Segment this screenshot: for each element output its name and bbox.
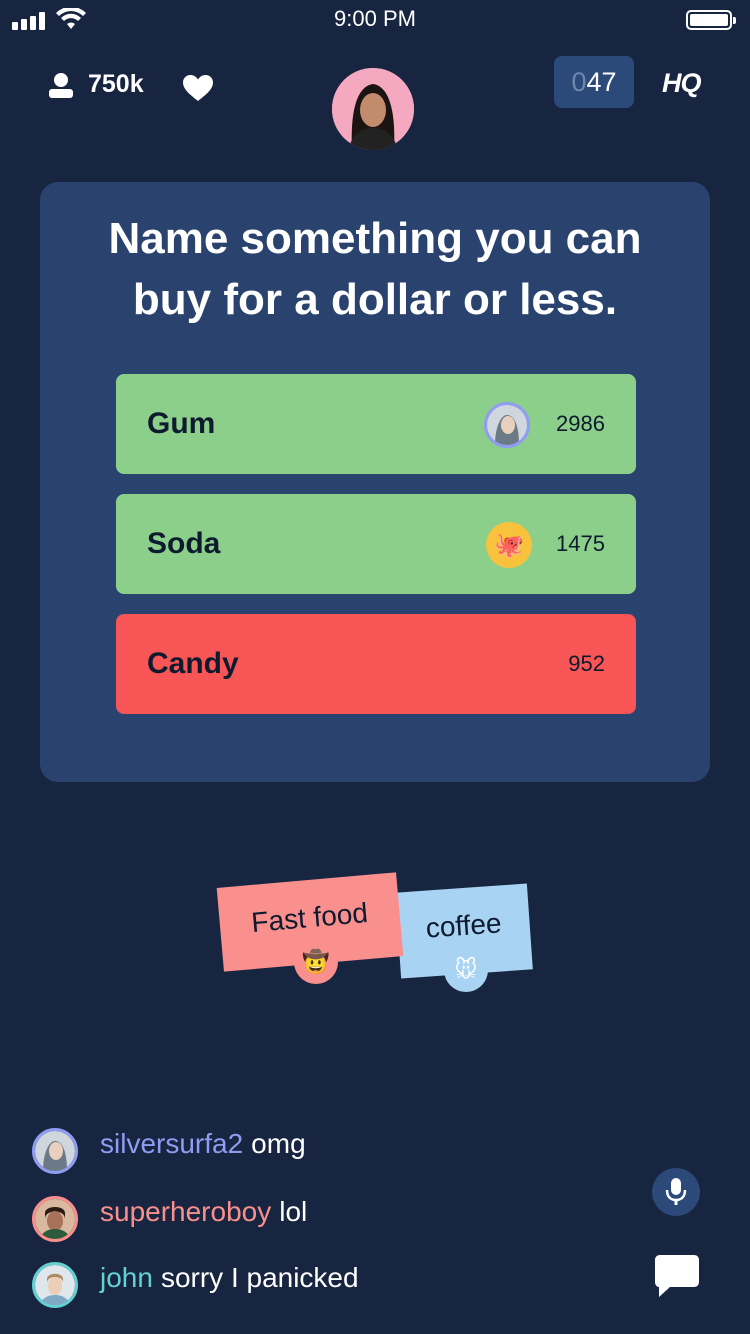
- status-time: 9:00 PM: [334, 6, 416, 31]
- chat-username[interactable]: john: [100, 1262, 153, 1293]
- floating-answer-text: Fast food: [250, 896, 370, 939]
- answer-user-avatar: [484, 402, 530, 448]
- chat-text: lol: [279, 1196, 308, 1227]
- chat-message: john sorry I panicked: [100, 1262, 359, 1294]
- hq-logo: HQ: [662, 68, 701, 98]
- answer-option-gum[interactable]: Gum 2986: [116, 374, 636, 474]
- answer-label: Candy: [147, 647, 239, 680]
- person-icon: [49, 72, 73, 98]
- chat-avatar-silversurfa2[interactable]: [32, 1128, 78, 1174]
- chat-message: silversurfa2 omg: [100, 1128, 306, 1160]
- viewer-count-group: 750k: [48, 70, 144, 99]
- question-text: Name something you can buy for a dollar …: [40, 208, 710, 330]
- chat-message: superheroboy lol: [100, 1196, 307, 1228]
- microphone-button[interactable]: [652, 1168, 700, 1216]
- answer-count: 1475: [556, 531, 605, 556]
- battery-icon: [686, 10, 736, 30]
- chat-avatar-superheroboy[interactable]: [32, 1196, 78, 1242]
- question-line-1: Name something you can: [108, 214, 642, 263]
- chat-button[interactable]: [654, 1254, 700, 1303]
- floating-answer-text: coffee: [424, 907, 503, 944]
- timer-value: 47: [586, 66, 617, 97]
- question-line-2: buy for a dollar or less.: [132, 275, 618, 324]
- viewer-count: 750k: [88, 70, 144, 98]
- answer-count: 952: [568, 651, 605, 676]
- chat-text: sorry I panicked: [160, 1262, 359, 1293]
- question-timer: 0 47: [554, 56, 634, 108]
- answer-option-soda[interactable]: Soda 🐙 1475: [116, 494, 636, 594]
- heart-icon[interactable]: [182, 74, 214, 107]
- answer-count: 2986: [556, 411, 605, 436]
- answer-label: Gum: [147, 407, 216, 440]
- host-avatar: [332, 68, 414, 150]
- chat-username[interactable]: silversurfa2: [100, 1128, 243, 1159]
- answer-label: Soda: [147, 527, 221, 560]
- microphone-icon: [665, 1178, 687, 1205]
- mouse-emoji-icon: 🐭: [444, 948, 488, 992]
- timer-leading-digit: 0: [571, 66, 587, 97]
- answer-option-candy[interactable]: Candy 952: [116, 614, 636, 714]
- chat-text: omg: [251, 1128, 306, 1159]
- chat-bubble-icon: [655, 1255, 699, 1297]
- cowboy-emoji-icon: 🤠: [294, 940, 338, 984]
- chat-username[interactable]: superheroboy: [100, 1196, 271, 1227]
- chat-avatar-john[interactable]: [32, 1262, 78, 1308]
- octopus-emoji-icon: 🐙: [486, 522, 532, 568]
